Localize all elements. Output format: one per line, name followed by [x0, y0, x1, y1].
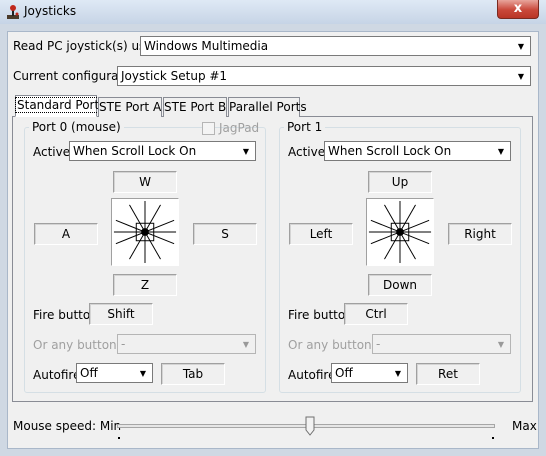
- title-bar: [0, 0, 546, 24]
- close-button[interactable]: x: [497, 0, 539, 19]
- port0-any-select[interactable]: - ▼: [117, 334, 256, 354]
- window-title: Joysticks: [24, 4, 77, 18]
- port0-up-key[interactable]: W: [113, 171, 177, 193]
- port0-fire-key[interactable]: Shift: [89, 303, 153, 325]
- jagpad-label: JagPad: [219, 121, 260, 135]
- tab-label: Standard Ports: [14, 97, 108, 113]
- port1-joystick-diagram: [366, 198, 434, 266]
- read-pc-select[interactable]: Windows Multimedia ▼: [140, 36, 531, 56]
- port0-down-key[interactable]: Z: [113, 274, 177, 296]
- port1-any-value: -: [376, 337, 381, 351]
- chevron-down-icon: ▼: [394, 368, 402, 378]
- port0-left-key[interactable]: A: [34, 223, 98, 245]
- port1-active-value: When Scroll Lock On: [328, 144, 452, 158]
- port1-up-key[interactable]: Up: [368, 171, 432, 193]
- port1-autofire-key[interactable]: Ret: [416, 363, 480, 385]
- read-pc-value: Windows Multimedia: [144, 39, 269, 53]
- mouse-speed-slider-thumb[interactable]: [305, 416, 315, 436]
- port1-active-select[interactable]: When Scroll Lock On ▼: [324, 141, 511, 161]
- chevron-down-icon: ▼: [517, 71, 525, 81]
- port0-title: Port 0 (mouse): [29, 120, 124, 134]
- tab-standard-ports[interactable]: Standard Ports: [14, 95, 108, 117]
- config-value: Joystick Setup #1: [121, 69, 228, 83]
- port0-active-value: When Scroll Lock On: [73, 144, 197, 158]
- port1-autofire-value: Off: [335, 366, 353, 380]
- chevron-down-icon: ▼: [497, 339, 505, 349]
- tab-ste-port-a[interactable]: STE Port A: [98, 97, 162, 117]
- port1-right-key[interactable]: Right: [448, 223, 512, 245]
- tab-label: STE Port A: [99, 100, 162, 114]
- tab-label: Parallel Ports: [229, 100, 307, 114]
- port1-any-select[interactable]: - ▼: [372, 334, 511, 354]
- port1-down-key[interactable]: Down: [368, 274, 432, 296]
- config-select[interactable]: Joystick Setup #1 ▼: [117, 66, 531, 86]
- port1-title: Port 1: [284, 120, 326, 134]
- port0-autofire-key[interactable]: Tab: [161, 363, 225, 385]
- jagpad-checkbox[interactable]: [202, 122, 215, 135]
- mouse-speed-label: Mouse speed: Min: [13, 419, 122, 433]
- chevron-down-icon: ▼: [242, 146, 250, 156]
- port1-left-key[interactable]: Left: [289, 223, 353, 245]
- port1-active-label: Active: [288, 145, 326, 159]
- port0-autofire-label: Autofire: [33, 368, 81, 382]
- chevron-down-icon: ▼: [497, 146, 505, 156]
- port0-autofire-select[interactable]: Off ▼: [76, 363, 153, 383]
- port1-fire-key[interactable]: Ctrl: [344, 303, 408, 325]
- slider-tick-max: [492, 437, 494, 439]
- port0-joystick-diagram: [111, 198, 179, 266]
- chevron-down-icon: ▼: [242, 339, 250, 349]
- mouse-speed-max-label: Max: [512, 419, 537, 433]
- port0-active-select[interactable]: When Scroll Lock On ▼: [69, 141, 256, 161]
- tab-parallel-ports[interactable]: Parallel Ports: [228, 97, 307, 117]
- slider-tick-min: [118, 437, 120, 439]
- joystick-icon: [7, 5, 19, 19]
- port0-right-key[interactable]: S: [193, 223, 257, 245]
- port1-autofire-label: Autofire: [288, 368, 336, 382]
- tab-label: STE Port B: [164, 100, 227, 114]
- port1-autofire-select[interactable]: Off ▼: [331, 363, 408, 383]
- port0-any-value: -: [121, 337, 126, 351]
- chevron-down-icon: ▼: [139, 368, 147, 378]
- chevron-down-icon: ▼: [517, 41, 525, 51]
- port0-autofire-value: Off: [80, 366, 98, 380]
- port0-active-label: Active: [33, 145, 71, 159]
- tab-ste-port-b[interactable]: STE Port B: [163, 97, 227, 117]
